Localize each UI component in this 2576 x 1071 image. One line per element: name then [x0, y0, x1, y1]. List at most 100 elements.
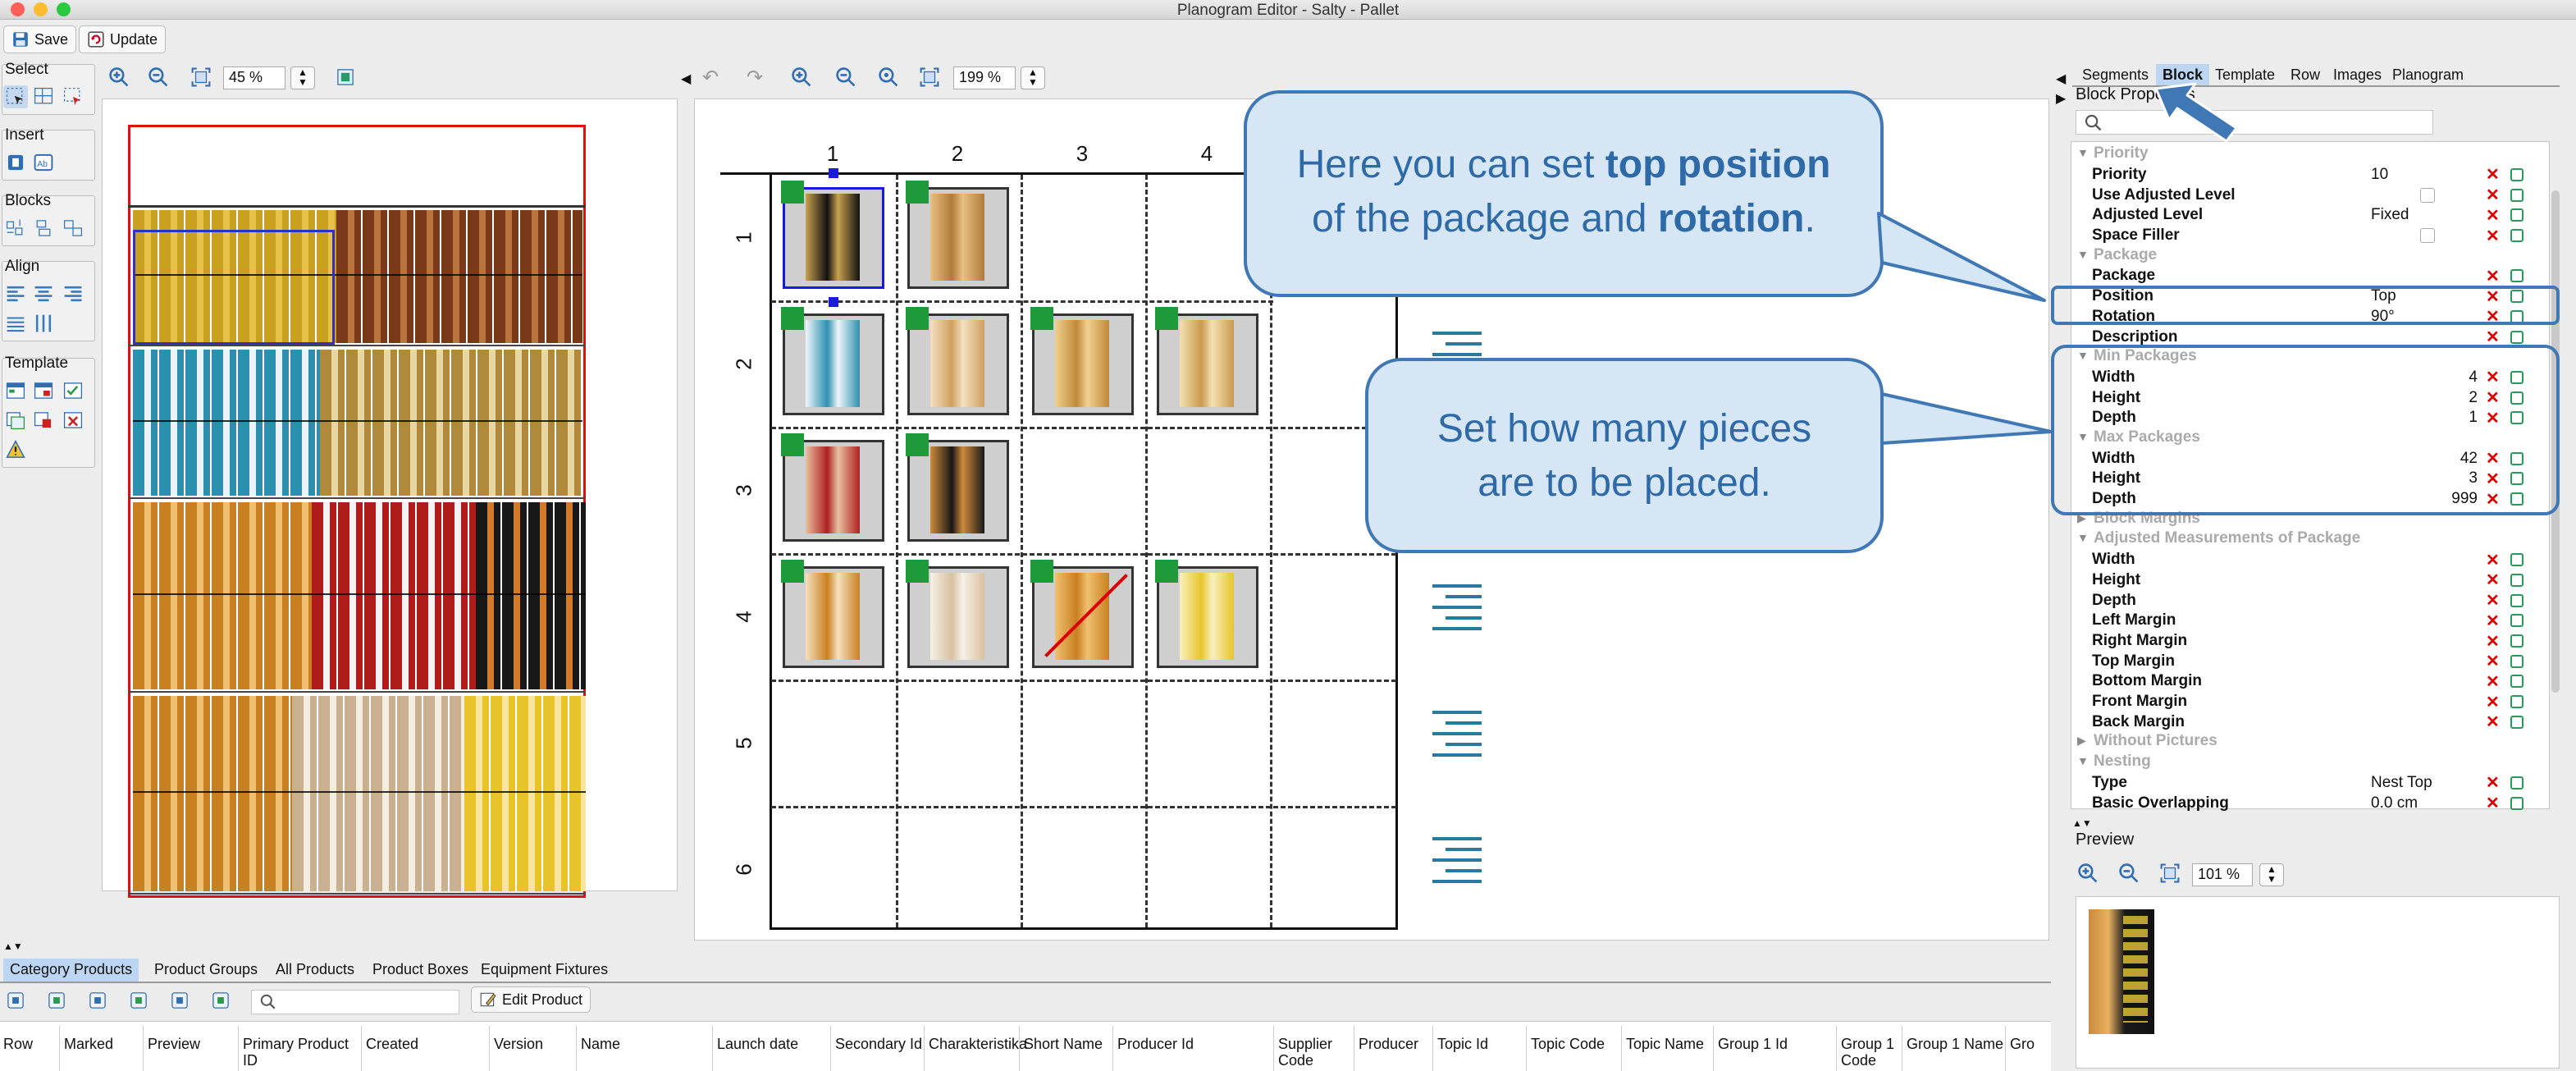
tab-planogram[interactable]: Planogram [2386, 64, 2470, 87]
clear-value-icon[interactable]: ✕ [2486, 185, 2500, 205]
template-tool-5[interactable] [31, 409, 56, 432]
tab-row[interactable]: Row [2284, 64, 2327, 87]
section-toggle-icon[interactable]: ▼ [2077, 248, 2089, 261]
edit-value-icon[interactable] [2510, 229, 2523, 243]
property-value[interactable]: 0.0 cm [2371, 794, 2418, 812]
clear-value-icon[interactable]: ✕ [2486, 793, 2500, 813]
product-search-input[interactable] [251, 990, 459, 1014]
table-column-header[interactable]: Preview [148, 1036, 238, 1052]
right-expand-arrow[interactable]: ▶ [2056, 90, 2066, 107]
table-column-header[interactable]: Secondary Id [835, 1036, 924, 1052]
template-warning-tool[interactable] [3, 438, 28, 461]
preview-zoom-input[interactable]: 101 % [2192, 863, 2253, 886]
right-collapse-arrow[interactable]: ◀ [2056, 71, 2066, 87]
grid-zoom-input[interactable]: 199 % [953, 66, 1016, 89]
clear-value-icon[interactable]: ✕ [2486, 671, 2500, 692]
template-tool-4[interactable] [3, 409, 28, 432]
table-column-header[interactable]: Producer [1359, 1036, 1432, 1052]
left-zoom-out-button[interactable] [146, 66, 171, 89]
property-row[interactable]: Space Filler ✕ [2076, 226, 2540, 246]
distribute-vertical-button[interactable] [31, 312, 56, 335]
section-toggle-icon[interactable]: ▼ [2077, 754, 2089, 767]
template-tool-2[interactable] [31, 379, 56, 402]
table-column-header[interactable]: Topic Code [1531, 1036, 1621, 1052]
property-checkbox[interactable] [2420, 228, 2435, 244]
align-right-button[interactable] [61, 282, 85, 305]
property-row[interactable]: Front Margin ✕ [2076, 692, 2540, 712]
table-column-header[interactable]: Version [494, 1036, 576, 1052]
property-row[interactable]: Package ✕ [2076, 266, 2540, 286]
property-row[interactable]: Width ✕ [2076, 550, 2540, 570]
block-tool-2[interactable] [31, 217, 56, 240]
table-column-header[interactable]: Charakteristika [929, 1036, 1027, 1052]
property-row[interactable]: Top Margin ✕ [2076, 652, 2540, 672]
table-column-header[interactable]: Producer Id [1117, 1036, 1273, 1052]
insert-product-tool[interactable] [3, 151, 28, 174]
product-action-button[interactable] [87, 990, 110, 1013]
edit-value-icon[interactable] [2510, 654, 2523, 668]
table-column-header[interactable]: Supplier Code [1278, 1036, 1354, 1069]
redo-button[interactable]: ↷ [747, 66, 763, 89]
edit-product-button[interactable]: Edit Product [471, 986, 591, 1013]
edit-value-icon[interactable] [2510, 614, 2523, 628]
product-action-button[interactable] [5, 990, 28, 1013]
clear-value-icon[interactable]: ✕ [2486, 712, 2500, 732]
property-value[interactable]: Nest Top [2371, 774, 2432, 792]
block-tool-1[interactable] [3, 217, 28, 240]
table-column-header[interactable]: Name [581, 1036, 712, 1052]
tab-category-products[interactable]: Category Products [3, 959, 139, 982]
undo-button[interactable]: ↶ [702, 66, 719, 89]
table-column-header[interactable]: Primary Product ID [243, 1036, 361, 1069]
table-column-header[interactable]: Topic Name [1626, 1036, 1713, 1052]
clear-value-icon[interactable]: ✕ [2486, 772, 2500, 793]
edit-value-icon[interactable] [2510, 208, 2523, 222]
section-toggle-icon[interactable]: ▶ [2077, 734, 2086, 748]
preview-split-arrows[interactable]: ▲▼ [2072, 817, 2092, 829]
property-row[interactable]: Priority 10 ✕ [2076, 165, 2540, 185]
table-column-header[interactable]: Created [366, 1036, 489, 1052]
product-action-button[interactable] [210, 990, 233, 1013]
table-column-header[interactable]: Marked [64, 1036, 143, 1052]
preview-zoom-out-button[interactable] [2117, 862, 2141, 885]
edit-value-icon[interactable] [2510, 796, 2523, 810]
tab-product-groups[interactable]: Product Groups [148, 959, 264, 982]
resize-handle[interactable] [829, 297, 838, 307]
left-zoom-input[interactable]: 45 % [223, 66, 285, 89]
edit-value-icon[interactable] [2510, 330, 2523, 344]
center-collapse-arrow[interactable]: ◀ [681, 71, 691, 87]
edit-value-icon[interactable] [2510, 167, 2523, 181]
save-button[interactable]: Save [3, 25, 77, 53]
property-row[interactable]: Type Nest Top ✕ [2076, 773, 2540, 794]
section-toggle-icon[interactable]: ▼ [2077, 531, 2089, 544]
clear-value-icon[interactable]: ✕ [2486, 570, 2500, 590]
product-action-button[interactable] [169, 990, 192, 1013]
clear-value-icon[interactable]: ✕ [2486, 631, 2500, 652]
table-column-header[interactable]: Group 1 Id [1718, 1036, 1836, 1052]
clear-value-icon[interactable]: ✕ [2486, 692, 2500, 712]
tab-all-products[interactable]: All Products [269, 959, 361, 982]
section-toggle-icon[interactable]: ▼ [2077, 146, 2089, 159]
grid-zoom-reset-button[interactable] [876, 66, 901, 89]
template-tool-6[interactable] [61, 409, 85, 432]
edit-value-icon[interactable] [2510, 776, 2523, 790]
clear-value-icon[interactable]: ✕ [2486, 226, 2500, 246]
property-row[interactable]: Basic Overlapping 0.0 cm ✕ [2076, 793, 2540, 813]
clear-value-icon[interactable]: ✕ [2486, 651, 2500, 671]
table-column-header[interactable]: Launch date [717, 1036, 830, 1052]
edit-value-icon[interactable] [2510, 553, 2523, 567]
table-column-header[interactable]: Row [3, 1036, 59, 1052]
grid-zoom-stepper[interactable]: ▲ ▼ [1021, 66, 1045, 89]
product-action-button[interactable] [46, 990, 69, 1013]
left-zoom-in-button[interactable] [107, 66, 131, 89]
edit-value-icon[interactable] [2510, 634, 2523, 648]
property-checkbox[interactable] [2420, 187, 2435, 203]
edit-value-icon[interactable] [2510, 715, 2523, 729]
clear-value-icon[interactable]: ✕ [2486, 550, 2500, 570]
edit-value-icon[interactable] [2510, 188, 2523, 202]
table-column-header[interactable]: Group 1 Code [1841, 1036, 1902, 1069]
property-row[interactable]: Bottom Margin ✕ [2076, 671, 2540, 692]
preview-zoom-in-button[interactable] [2076, 862, 2100, 885]
clear-value-icon[interactable]: ✕ [2486, 611, 2500, 631]
select-pointer-tool[interactable] [3, 85, 28, 108]
left-export-button[interactable] [333, 66, 358, 89]
